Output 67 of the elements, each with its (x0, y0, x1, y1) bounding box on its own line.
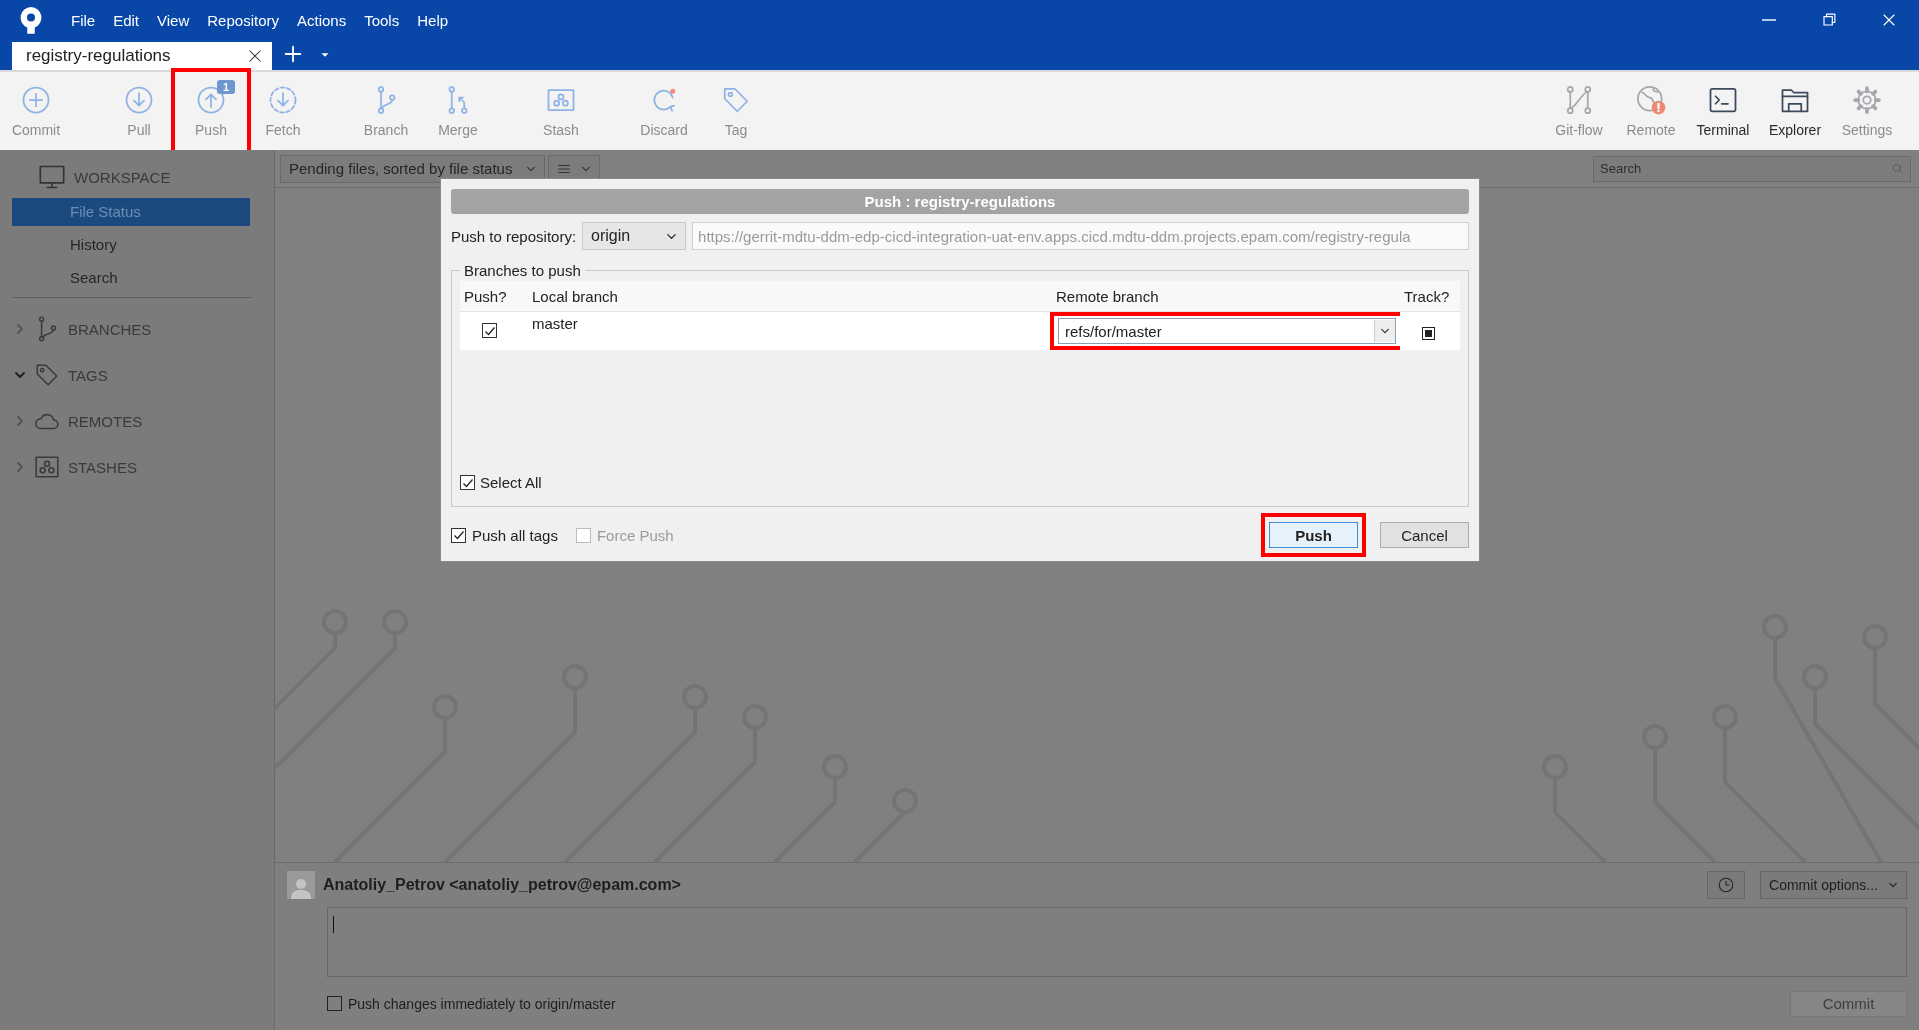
section-title[interactable]: BRANCHES (68, 320, 152, 338)
column-header: Track? (1400, 281, 1460, 312)
dropdown-label: Pending files, sorted by file status (289, 160, 513, 177)
repo-tab[interactable]: registry-regulations (12, 42, 272, 70)
globe-warning-icon (1636, 84, 1666, 115)
commit-message-field[interactable] (327, 907, 1907, 977)
checkbox[interactable] (1422, 326, 1435, 340)
checkbox[interactable] (451, 527, 466, 543)
tag-icon (34, 362, 60, 388)
column-header: Remote branch (1052, 281, 1400, 312)
section-title[interactable]: REMOTES (68, 412, 143, 430)
remote-branch-dropdown[interactable]: refs/for/master (1058, 318, 1396, 344)
repository-dropdown[interactable]: origin (582, 222, 687, 250)
checkbox[interactable] (460, 475, 475, 490)
dropdown-value: refs/for/master (1065, 322, 1162, 340)
commit-options-dropdown[interactable]: Commit options... (1760, 871, 1907, 899)
menu-item[interactable]: Repository (198, 7, 288, 33)
checkbox-label: Select All (480, 474, 542, 491)
menu-item[interactable]: Edit (104, 7, 149, 33)
chevron-down-icon (1380, 326, 1390, 336)
sidebar-item[interactable]: History (12, 231, 250, 259)
column-header: Local branch (528, 281, 1052, 312)
sidebar-item[interactable]: Search (12, 264, 250, 292)
monitor-icon (38, 163, 66, 191)
menu-item[interactable]: Tools (355, 7, 409, 33)
stash-icon (34, 454, 60, 480)
author-name: Anatoliy_Petrov <anatoliy_petrov@epam.com> (323, 876, 681, 894)
plus-circle-icon (21, 84, 51, 115)
download-icon (124, 84, 154, 115)
git-flow-icon (1564, 84, 1594, 115)
column-header: Push? (460, 281, 528, 312)
close-icon (246, 47, 264, 65)
search-field[interactable]: Search (1593, 155, 1911, 182)
section-title: WORKSPACE (74, 168, 171, 186)
fetch-icon (268, 84, 298, 115)
menu-item[interactable]: Help (408, 7, 458, 33)
toolbar-button[interactable]: Terminal (1687, 72, 1759, 150)
menu-item[interactable]: Actions (288, 7, 356, 33)
sort-dropdown[interactable]: Pending files, sorted by file status (280, 154, 546, 183)
clock-icon (1717, 876, 1736, 894)
push-button[interactable]: Push (1269, 522, 1358, 548)
checkbox-label: Push all tags (472, 526, 558, 544)
url-field[interactable]: https://gerrit-mdtu-ddm-edp-cicd-integration-uat-env.apps.cicd.mdtu-ddm.projects.epam.com/registry-regula (692, 222, 1469, 250)
checkbox-label: Force Push (596, 526, 674, 544)
dialog-title: Push : registry-regulations (451, 189, 1469, 214)
toolbar-button[interactable]: Explorer (1759, 72, 1831, 150)
checkbox[interactable] (327, 996, 342, 1011)
chevron-down-icon (1888, 880, 1898, 890)
section-title[interactable]: STASHES (68, 458, 137, 476)
sidebar-item[interactable]: File Status (12, 198, 250, 226)
field-label: Push to repository: (451, 227, 577, 245)
menu-item[interactable]: File (62, 7, 105, 33)
menu-item[interactable]: View (148, 7, 199, 33)
tab-title: registry-regulations (26, 46, 171, 66)
cancel-button[interactable]: Cancel (1380, 522, 1469, 548)
add-tab-icon (282, 43, 304, 65)
count-badge: 1 (217, 80, 236, 94)
gear-icon (1852, 84, 1882, 115)
checkbox[interactable] (482, 323, 497, 338)
search-icon (1891, 161, 1905, 176)
group-title: Branches to push (463, 262, 582, 279)
checkbox-label: Push changes immediately to origin/master (348, 995, 616, 1012)
dropdown-value: origin (591, 227, 631, 245)
avatar (287, 871, 315, 899)
section-title[interactable]: TAGS (68, 366, 108, 384)
history-button[interactable] (1707, 871, 1746, 899)
table-cell: master (528, 311, 1052, 350)
